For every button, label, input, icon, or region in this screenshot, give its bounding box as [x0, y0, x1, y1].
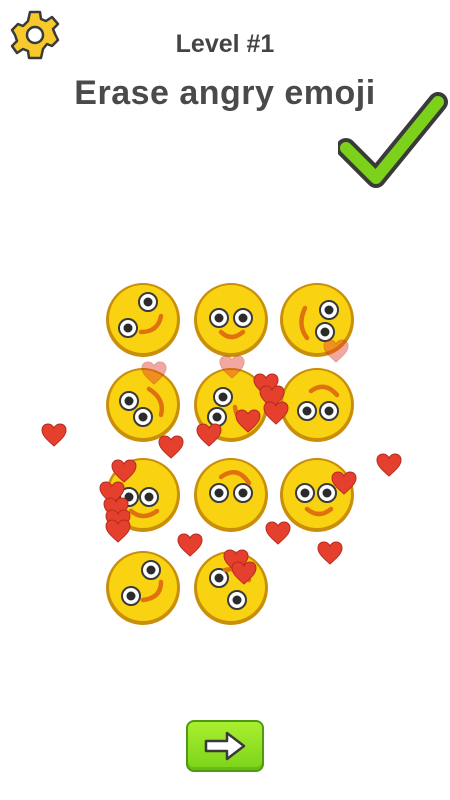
heart-particle-icon: [219, 355, 245, 379]
heart-particle-icon: [41, 423, 67, 447]
heart-particle-icon: [158, 435, 184, 459]
arrow-right-icon: [204, 731, 246, 761]
heart-particle-icon: [196, 423, 222, 447]
heart-particle-icon: [231, 561, 257, 585]
heart-particle-icon: [376, 453, 402, 477]
heart-particle-icon: [331, 471, 357, 495]
heart-particle-icon: [263, 401, 289, 425]
heart-particle-icon: [323, 339, 349, 363]
game-board[interactable]: [0, 0, 450, 800]
emoji-smiley[interactable]: [103, 280, 183, 360]
heart-particle-icon: [265, 521, 291, 545]
heart-particle-icon: [141, 361, 167, 385]
heart-particle-icon: [105, 519, 131, 543]
heart-particle-icon: [177, 533, 203, 557]
heart-particle-icon: [317, 541, 343, 565]
emoji-smiley[interactable]: [103, 548, 183, 628]
heart-particle-icon: [235, 409, 261, 433]
emoji-smiley[interactable]: [191, 455, 271, 535]
emoji-smiley[interactable]: [191, 280, 271, 360]
next-level-button[interactable]: [186, 720, 264, 772]
